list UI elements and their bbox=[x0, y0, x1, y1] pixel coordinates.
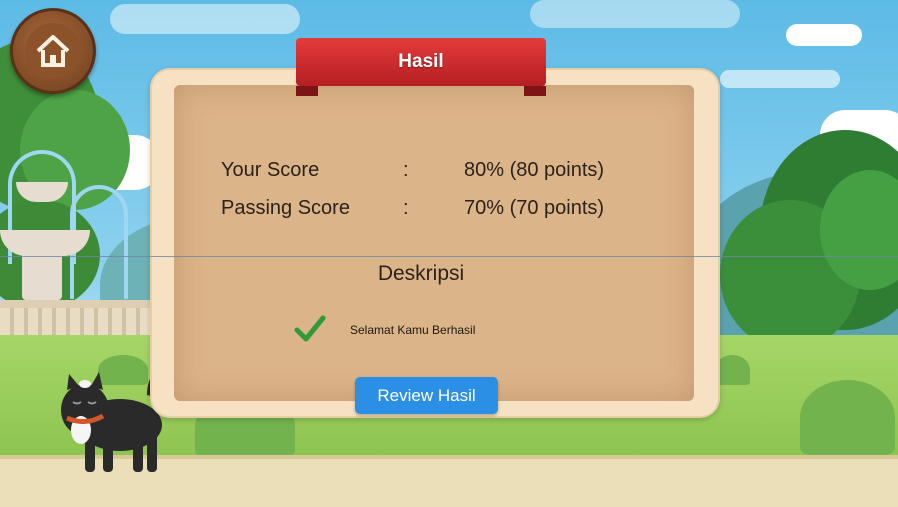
separator: : bbox=[403, 159, 409, 181]
result-board bbox=[150, 68, 720, 418]
page-title: Hasil bbox=[398, 51, 444, 72]
ribbon-fold bbox=[296, 86, 318, 96]
cloud bbox=[720, 70, 840, 88]
separator: : bbox=[403, 197, 409, 219]
description-title: Deskripsi bbox=[377, 262, 465, 285]
title-ribbon: Hasil bbox=[296, 38, 546, 96]
ribbon-banner: Hasil bbox=[296, 38, 546, 86]
your-score-row: Your Score : 80% (80 points) bbox=[221, 159, 641, 189]
cloud bbox=[110, 4, 300, 34]
cloud bbox=[530, 0, 740, 28]
home-icon-wrapper bbox=[25, 23, 81, 79]
check-icon bbox=[294, 315, 326, 342]
divider-line bbox=[0, 256, 898, 257]
passing-score-row: Passing Score : 70% (70 points) bbox=[221, 197, 641, 227]
passing-score-label: Passing Score bbox=[221, 197, 350, 219]
your-score-value: 80% (80 points) bbox=[464, 159, 605, 181]
bush bbox=[800, 380, 895, 455]
home-icon bbox=[36, 35, 70, 67]
review-button[interactable]: Review Hasil bbox=[355, 377, 498, 414]
passing-score-value: 70% (70 points) bbox=[464, 197, 605, 219]
home-button[interactable] bbox=[10, 8, 96, 94]
result-paper bbox=[174, 85, 694, 401]
ribbon-fold bbox=[524, 86, 546, 96]
result-message: Selamat Kamu Berhasil bbox=[350, 323, 476, 337]
cloud bbox=[786, 24, 862, 46]
your-score-label: Your Score bbox=[221, 159, 320, 181]
fountain bbox=[22, 250, 62, 300]
bush bbox=[715, 355, 750, 385]
